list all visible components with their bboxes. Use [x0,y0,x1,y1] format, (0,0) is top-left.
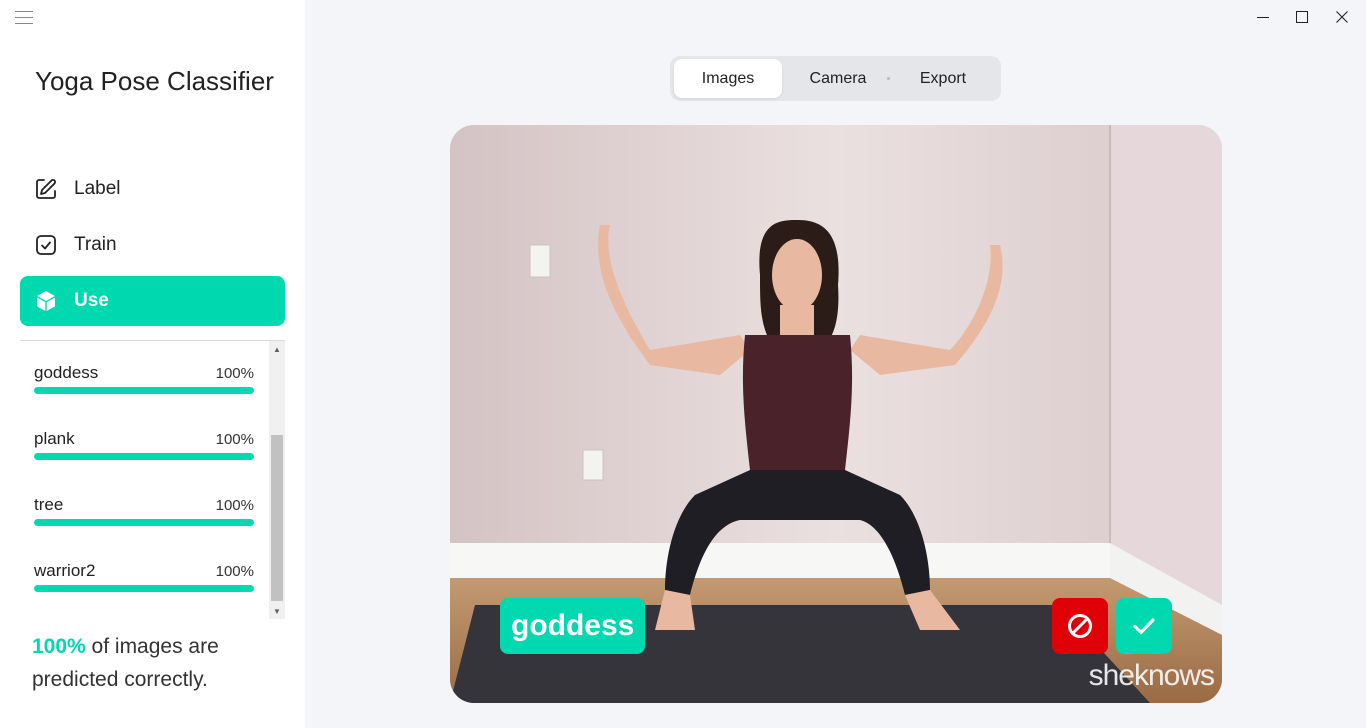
mode-tabs: Images Camera Export [670,56,1001,101]
scroll-down-arrow-icon[interactable]: ▼ [269,603,285,619]
watermark-text: sheknows [1088,659,1215,692]
tab-export[interactable]: Export [892,59,994,98]
predicted-label: goddess [500,598,646,654]
accept-button[interactable] [1116,598,1172,654]
maximize-icon [1296,11,1308,23]
nav-item-train[interactable]: Train [20,220,285,270]
prohibited-icon [1068,614,1092,638]
result-percent: 100% [215,497,254,514]
tab-camera[interactable]: Camera [785,59,891,98]
result-bar [34,387,254,394]
result-bar-fill [34,585,254,592]
result-bar-fill [34,453,254,460]
scroll-up-arrow-icon[interactable]: ▲ [269,341,285,357]
results-list: goddess 100% plank 100% tree 100% warrio… [20,340,285,619]
result-percent: 100% [215,365,254,382]
result-name: goddess [34,363,99,382]
accuracy-summary: 100% of images are predicted correctly. [32,630,282,696]
result-bar [34,519,254,526]
sidebar: Yoga Pose Classifier Label Train Use god… [0,0,305,728]
checkbox-icon [34,233,58,257]
edit-icon [34,177,58,201]
accuracy-value: 100% [32,635,86,658]
cube-icon [34,289,58,313]
results-scrollbar[interactable]: ▲ ▼ [269,341,285,619]
nav-label: Train [74,234,117,255]
tab-images[interactable]: Images [674,59,782,98]
result-name: warrior2 [34,561,96,580]
nav-label: Label [74,178,121,199]
maximize-button[interactable] [1282,4,1322,30]
result-name: tree [34,495,64,514]
tab-separator [887,77,890,80]
checkmark-icon [1133,618,1155,635]
result-bar-fill [34,387,254,394]
nav-label: Use [74,290,109,311]
reject-button[interactable] [1052,598,1108,654]
close-icon [1336,11,1348,23]
minimize-button[interactable] [1243,4,1283,30]
result-bar [34,585,254,592]
result-name: plank [34,429,75,448]
result-percent: 100% [215,431,254,448]
hamburger-menu-icon[interactable] [15,11,33,25]
close-button[interactable] [1322,4,1362,30]
result-bar [34,453,254,460]
nav-item-use[interactable]: Use [20,276,285,326]
app-title: Yoga Pose Classifier [35,66,274,96]
result-percent: 100% [215,563,254,580]
nav-item-label[interactable]: Label [20,164,285,214]
preview-image: goddess sheknows [450,125,1222,703]
minimize-icon [1257,17,1269,18]
scroll-thumb[interactable] [271,435,283,601]
result-bar-fill [34,519,254,526]
